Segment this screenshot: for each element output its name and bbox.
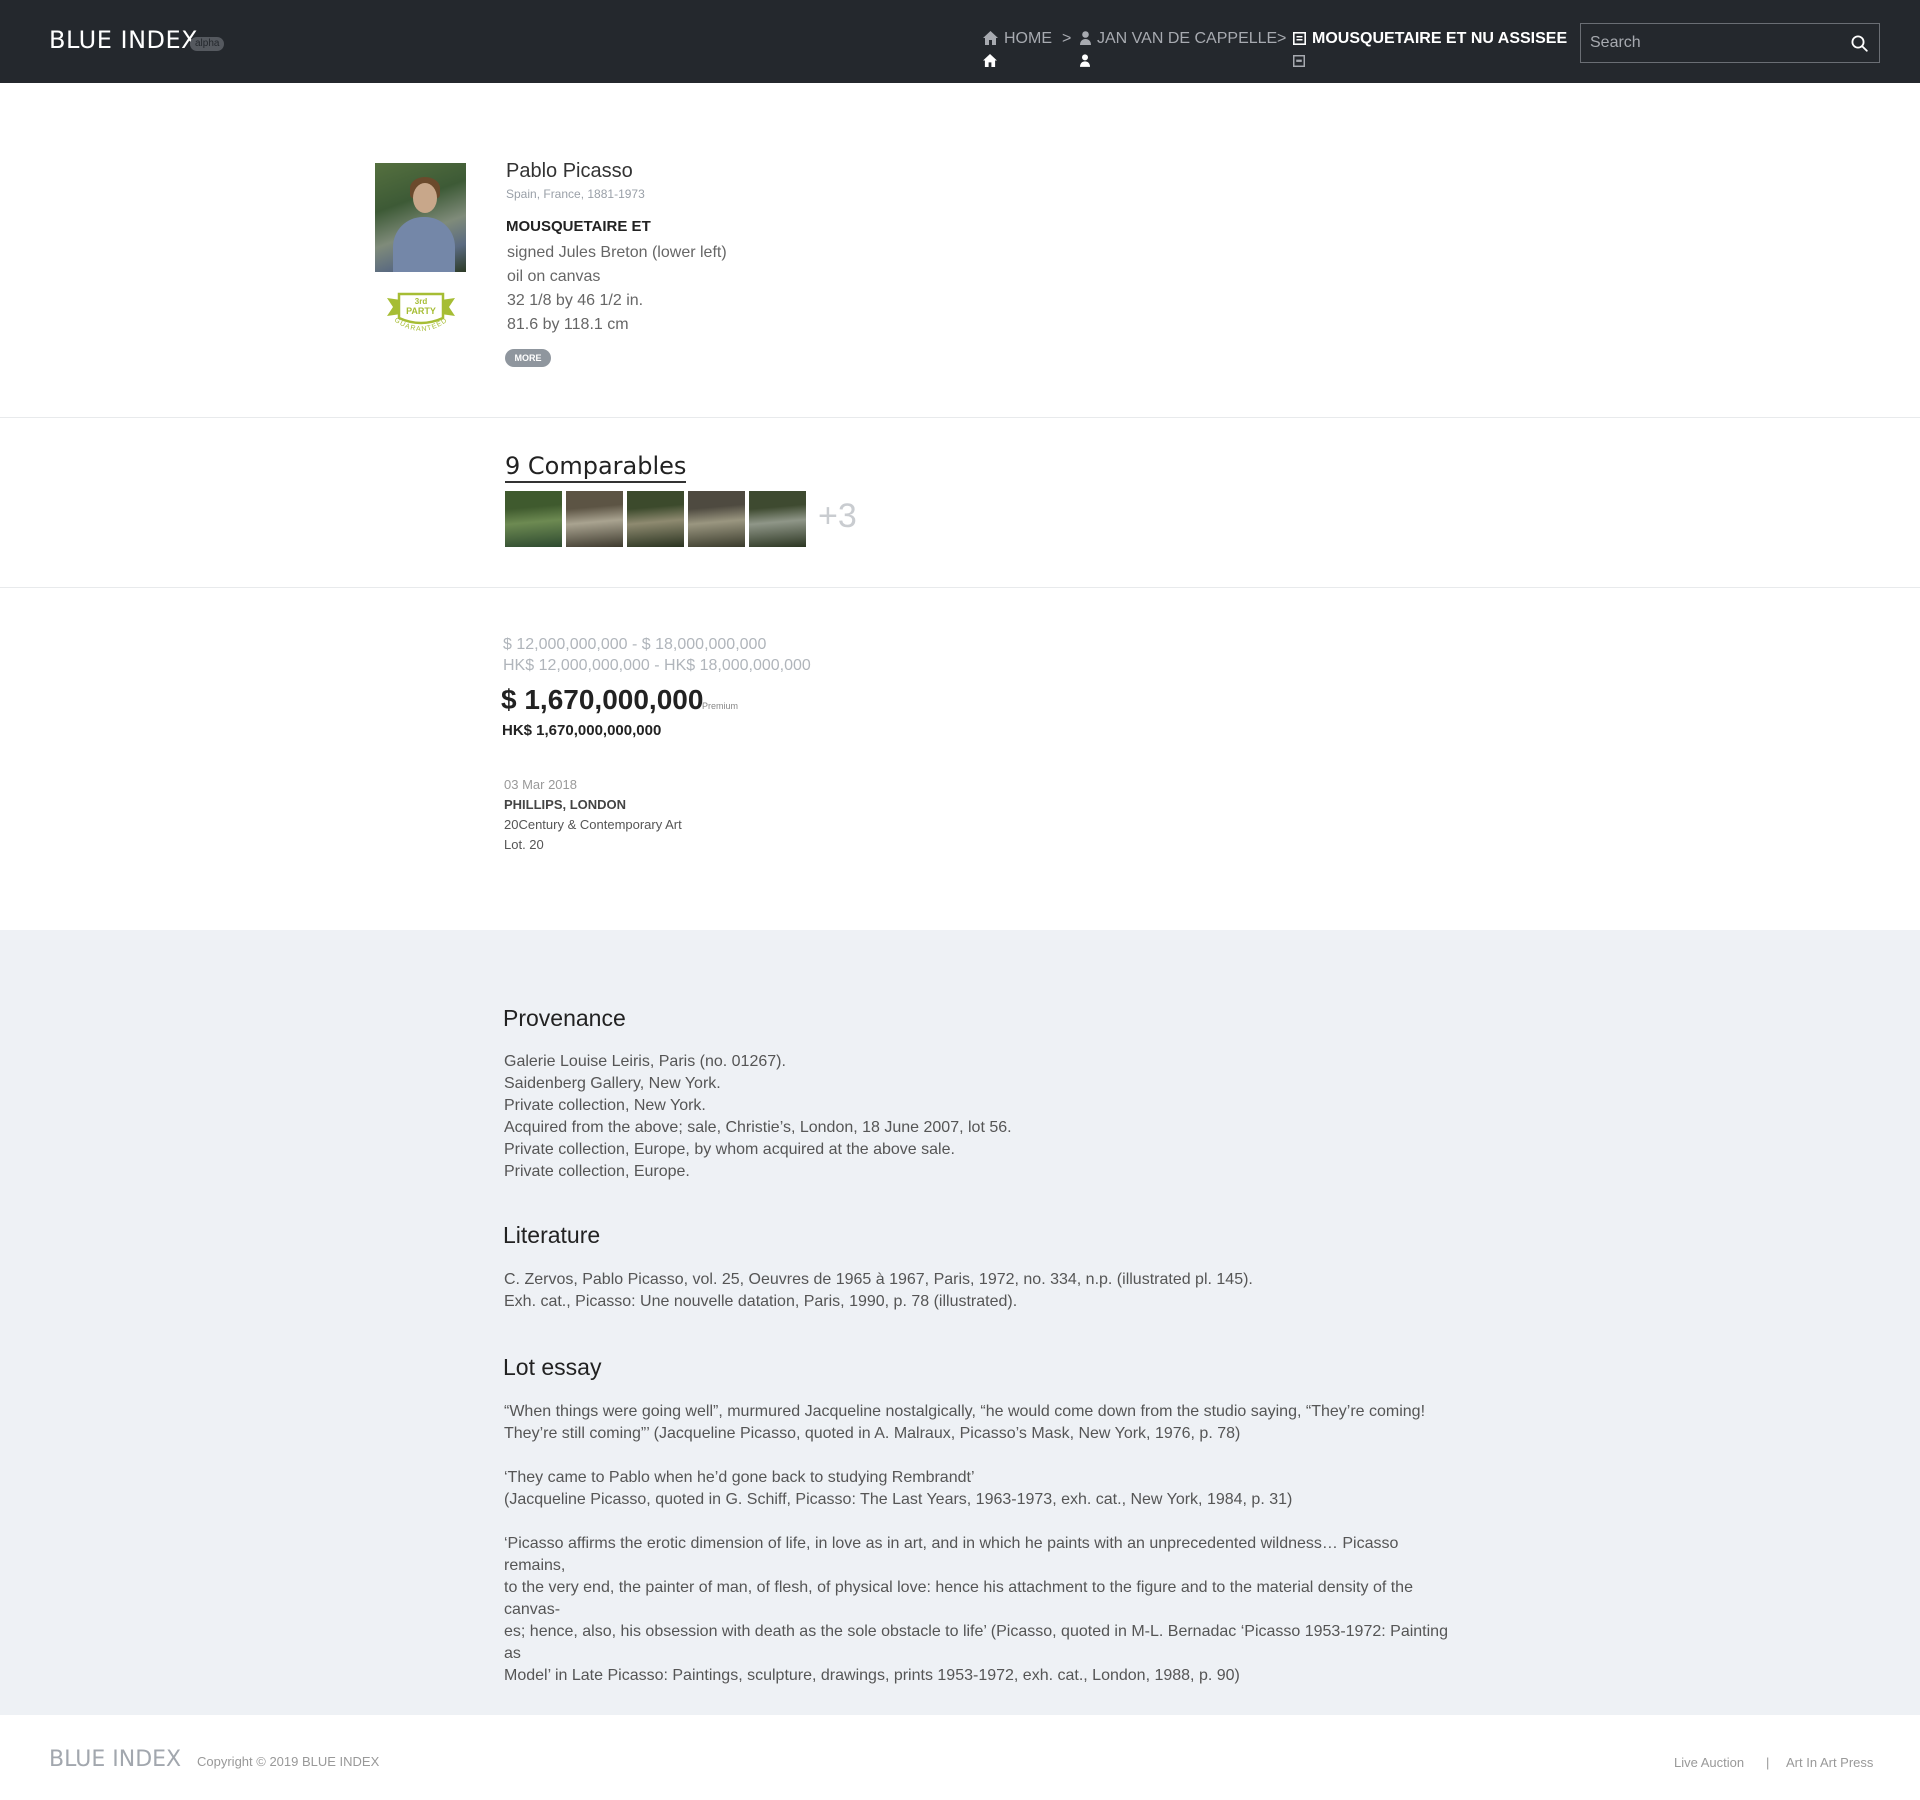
essay-line: to the very end, the painter of man, of … — [504, 1579, 1413, 1618]
artwork-detail: signed Jules Breton (lower left) — [507, 244, 727, 261]
lot-essay-heading: Lot essay — [503, 1354, 602, 1380]
breadcrumb-home[interactable]: HOME — [983, 30, 1052, 67]
top-navbar: BLUE INDEX alpha HOME > JAN VAN DE CAPPE… — [0, 0, 1920, 83]
sale-date: 03 Mar 2018 — [504, 777, 577, 792]
breadcrumb-separator: > — [1062, 30, 1072, 47]
literature-text: C. Zervos, Pablo Picasso, vol. 25, Oeuvr… — [504, 1269, 1464, 1313]
comparable-thumbnail[interactable] — [688, 491, 745, 547]
divider — [0, 587, 1920, 588]
essay-line: Model’ in Late Picasso: Paintings, sculp… — [504, 1667, 1240, 1684]
breadcrumb-artwork-label: MOUSQUETAIRE ET NU ASSISEE — [1312, 30, 1568, 47]
search-icon[interactable] — [1851, 35, 1868, 57]
artwork-icon — [1293, 32, 1306, 50]
site-logo[interactable]: BLUE INDEX — [49, 26, 198, 54]
alpha-badge: alpha — [190, 37, 225, 51]
person-icon — [1080, 31, 1091, 50]
provenance-line: Saidenberg Gallery, New York. — [504, 1075, 721, 1092]
literature-heading: Literature — [503, 1222, 601, 1248]
comparable-thumbnail[interactable] — [505, 491, 562, 547]
essay-line: ‘They came to Pablo when he’d gone back … — [504, 1469, 975, 1486]
artwork-icon — [1293, 54, 1305, 72]
comparable-thumbnail[interactable] — [627, 491, 684, 547]
footer-link-live-auction[interactable]: Live Auction — [1674, 1755, 1744, 1770]
comparables-heading[interactable]: 9 Comparables — [505, 452, 687, 483]
lot-essay-paragraph: ‘They came to Pablo when he’d gone back … — [504, 1467, 1464, 1511]
artwork-detail: 81.6 by 118.1 cm — [507, 316, 629, 333]
literature-line: Exh. cat., Picasso: Une nouvelle datatio… — [504, 1293, 1018, 1310]
provenance-text: Galerie Louise Leiris, Paris (no. 01267)… — [504, 1051, 1464, 1183]
provenance-line: Acquired from the above; sale, Christie’… — [504, 1119, 1012, 1136]
provenance-line: Private collection, Europe, by whom acqu… — [504, 1141, 955, 1158]
footer-logo[interactable]: BLUE INDEX — [49, 1747, 181, 1772]
provenance-line: Private collection, New York. — [504, 1097, 706, 1114]
provenance-line: Private collection, Europe. — [504, 1163, 690, 1180]
breadcrumb-separator: > — [1277, 30, 1287, 47]
seal-middle-text: PARTY — [406, 306, 436, 316]
auction-house[interactable]: PHILLIPS, LONDON — [504, 797, 626, 812]
breadcrumb-artist[interactable]: JAN VAN DE CAPPELLE — [1080, 30, 1278, 67]
search-box — [1580, 23, 1880, 63]
breadcrumb-home-label: HOME — [1004, 30, 1052, 47]
essay-line: es; hence, also, his obsession with deat… — [504, 1623, 1448, 1662]
essay-line: (Jacqueline Picasso, quoted in G. Schiff… — [504, 1491, 1293, 1508]
footer-divider: | — [1766, 1755, 1770, 1770]
literature-line: C. Zervos, Pablo Picasso, vol. 25, Oeuvr… — [504, 1271, 1253, 1288]
hammer-price-usd: $ 1,670,000,000 — [501, 684, 704, 715]
sale-name[interactable]: 20Century & Contemporary Art — [504, 817, 682, 832]
comparable-thumbnail[interactable] — [566, 491, 623, 547]
artwork-title: MOUSQUETAIRE ET — [506, 218, 651, 235]
hammer-price-hkd: HK$ 1,670,000,000,000 — [502, 722, 662, 739]
artwork-detail: oil on canvas — [507, 268, 601, 285]
artist-lifespan: Spain, France, 1881-1973 — [506, 187, 645, 201]
footer-link-art-in-art-press[interactable]: Art In Art Press — [1786, 1755, 1873, 1770]
essay-line: They’re still coming”’ (Jacqueline Picas… — [504, 1425, 1241, 1442]
breadcrumb-artist-label: JAN VAN DE CAPPELLE — [1097, 30, 1278, 47]
artwork-detail: 32 1/8 by 46 1/2 in. — [507, 292, 644, 309]
more-comparables-count[interactable]: +3 — [818, 497, 857, 536]
seal-top-text: 3rd — [415, 297, 428, 306]
essay-line: ‘Picasso affirms the erotic dimension of… — [504, 1535, 1399, 1574]
estimate-hkd: HK$ 12,000,000,000 - HK$ 18,000,000,000 — [503, 657, 811, 674]
essay-line: “When things were going well”, murmured … — [504, 1403, 1426, 1420]
artist-name[interactable]: Pablo Picasso — [506, 160, 633, 183]
footer-copyright: Copyright © 2019 BLUE INDEX — [197, 1754, 380, 1769]
artwork-thumbnail[interactable] — [375, 163, 466, 272]
person-icon — [1080, 54, 1090, 72]
search-input[interactable] — [1590, 32, 1840, 54]
provenance-heading: Provenance — [503, 1005, 626, 1031]
home-icon — [983, 31, 998, 50]
provenance-line: Galerie Louise Leiris, Paris (no. 01267)… — [504, 1053, 786, 1070]
estimate-usd: $ 12,000,000,000 - $ 18,000,000,000 — [503, 636, 767, 653]
guarantee-seal: 3rd PARTY GUARANTEED — [385, 290, 457, 345]
premium-label: Premium — [702, 701, 739, 711]
home-icon — [983, 54, 997, 72]
lot-essay-paragraph: ‘Picasso affirms the erotic dimension of… — [504, 1533, 1464, 1687]
lot-number: Lot. 20 — [504, 837, 544, 852]
lot-essay-paragraph: “When things were going well”, murmured … — [504, 1401, 1464, 1445]
breadcrumb-artwork[interactable]: MOUSQUETAIRE ET NU ASSISEE — [1293, 30, 1568, 67]
more-button[interactable]: MORE — [505, 349, 551, 367]
comparable-thumbnail[interactable] — [749, 491, 806, 547]
divider — [0, 417, 1920, 418]
